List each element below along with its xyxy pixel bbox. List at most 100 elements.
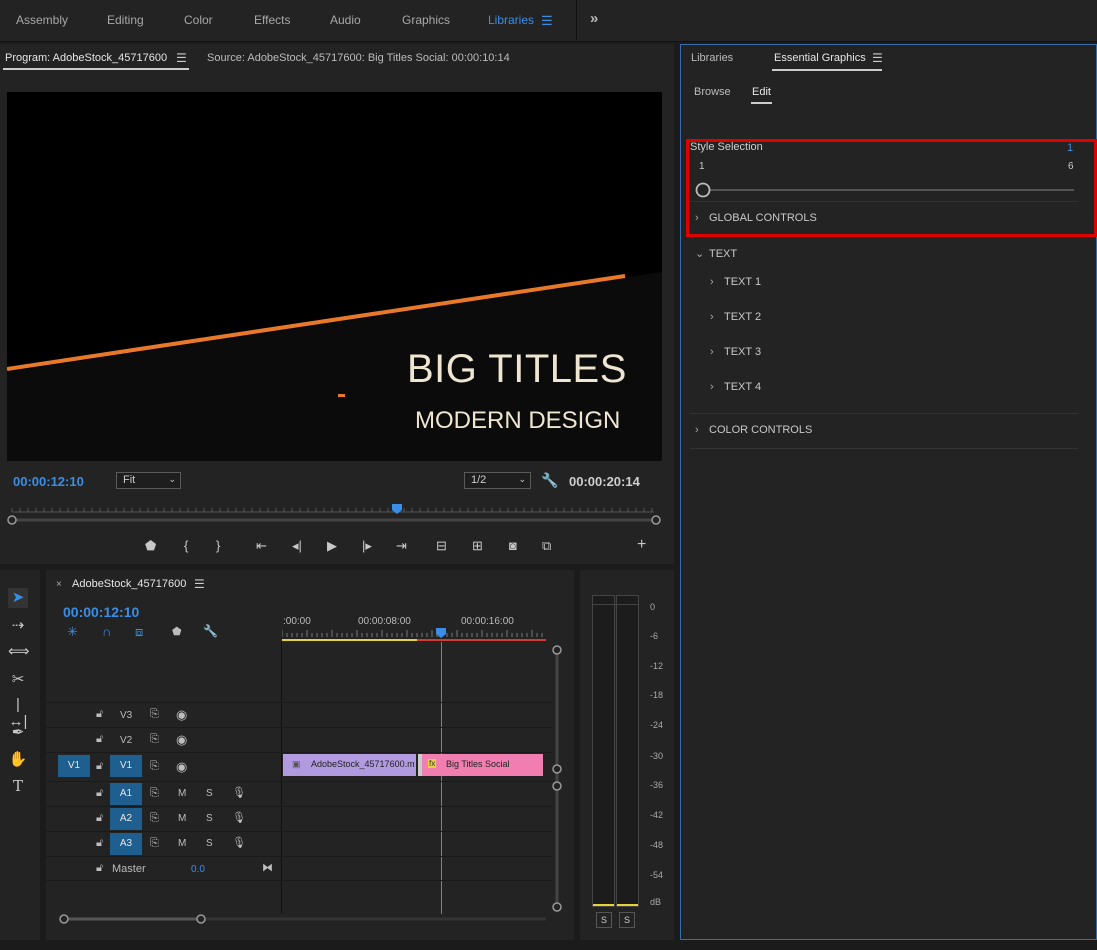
panel-menu-icon[interactable]: ☰	[872, 51, 883, 65]
solo-button[interactable]: S	[206, 813, 213, 824]
go-to-in-icon[interactable]: ⇤	[256, 538, 267, 554]
tab-libraries[interactable]: Libraries	[691, 52, 733, 64]
workspace-overflow-icon[interactable]: »	[590, 10, 598, 27]
sequence-menu-icon[interactable]: ☰	[194, 577, 205, 591]
lock-icon[interactable]: 🔓︎	[96, 862, 103, 875]
selection-tool-icon[interactable]: ➤	[8, 588, 28, 608]
lock-icon[interactable]: 🔓︎	[96, 760, 103, 773]
step-back-icon[interactable]: ◂|	[292, 538, 302, 554]
source-patch-v1[interactable]: V1	[58, 755, 90, 777]
sync-lock-icon[interactable]: ⎘	[150, 787, 159, 800]
close-icon[interactable]: ×	[56, 579, 62, 590]
text-1-item[interactable]: › TEXT 1	[710, 276, 761, 288]
sync-lock-icon[interactable]: ⎘	[150, 733, 159, 746]
horizontal-scrollbar[interactable]	[56, 912, 556, 926]
subtab-edit[interactable]: Edit	[752, 86, 771, 98]
vertical-scrollbar[interactable]	[550, 642, 564, 914]
solo-left-button[interactable]: S	[596, 912, 612, 928]
solo-button[interactable]: S	[206, 788, 213, 799]
play-icon[interactable]: ▶	[327, 538, 337, 554]
lock-icon[interactable]: 🔓︎	[96, 837, 103, 850]
hand-tool-icon[interactable]: ✋	[8, 750, 28, 770]
solo-button[interactable]: S	[206, 838, 213, 849]
microphone-icon[interactable]: 🎙︎	[232, 811, 246, 824]
program-timecode[interactable]: 00:00:12:10	[13, 474, 84, 489]
program-tab[interactable]: Program: AdobeStock_45717600	[5, 52, 167, 64]
program-menu-icon[interactable]: ☰	[176, 51, 187, 65]
track-target-a1[interactable]: A1	[110, 783, 142, 805]
extract-icon[interactable]: ⊞	[472, 538, 483, 554]
pen-tool-icon[interactable]: ✒	[8, 723, 28, 743]
mute-button[interactable]: M	[178, 838, 186, 849]
eye-icon[interactable]: ◉	[176, 732, 187, 748]
slip-tool-icon[interactable]: |↔|	[8, 696, 28, 730]
resolution-dropdown[interactable]: 1/2 ⌄	[464, 472, 531, 489]
sync-lock-icon[interactable]: ⎘	[150, 837, 159, 850]
add-marker-icon[interactable]: ⬟	[172, 625, 182, 638]
program-scrubber[interactable]	[6, 502, 666, 528]
nest-icon[interactable]: ✳	[67, 624, 78, 640]
timeline-timecode[interactable]: 00:00:12:10	[63, 604, 139, 620]
workspace-audio[interactable]: Audio	[330, 13, 361, 27]
type-tool-icon[interactable]: T	[8, 777, 28, 797]
lock-icon[interactable]: 🔓︎	[96, 812, 103, 825]
workspace-assembly[interactable]: Assembly	[16, 13, 68, 27]
mark-out-icon[interactable]: }	[216, 538, 220, 553]
microphone-icon[interactable]: 🎙︎	[232, 786, 246, 799]
workspace-menu-icon[interactable]: ☰	[541, 13, 553, 29]
snap-icon[interactable]: ∩	[102, 624, 111, 639]
track-target-a2[interactable]: A2	[110, 808, 142, 830]
workspace-color[interactable]: Color	[184, 13, 213, 27]
program-screen[interactable]: BIG TITLES MODERN DESIGN	[7, 92, 662, 461]
lock-icon[interactable]: 🔓︎	[96, 733, 103, 746]
tab-essential-graphics[interactable]: Essential Graphics	[774, 52, 866, 64]
video-clip[interactable]: AdobeStock_45717600.m	[283, 754, 416, 776]
mute-button[interactable]: M	[178, 813, 186, 824]
style-selection-slider[interactable]	[693, 181, 1079, 199]
timeline-ruler[interactable]	[282, 626, 548, 642]
color-controls-section[interactable]: › COLOR CONTROLS	[695, 424, 812, 436]
text-4-item[interactable]: › TEXT 4	[710, 381, 761, 393]
step-forward-icon[interactable]: |▸	[362, 538, 372, 554]
go-to-out-icon[interactable]: ⇥	[396, 538, 407, 554]
microphone-icon[interactable]: 🎙︎	[232, 836, 246, 849]
lock-icon[interactable]: 🔓︎	[96, 787, 103, 800]
sync-lock-icon[interactable]: ⎘	[150, 760, 159, 773]
subtab-browse[interactable]: Browse	[694, 86, 731, 98]
text-3-item[interactable]: › TEXT 3	[710, 346, 761, 358]
eye-icon[interactable]: ◉	[176, 707, 187, 723]
razor-tool-icon[interactable]: ✂	[8, 670, 28, 690]
sequence-tab[interactable]: AdobeStock_45717600	[72, 578, 186, 590]
workspace-graphics[interactable]: Graphics	[402, 13, 450, 27]
add-marker-icon[interactable]: ⬟	[145, 538, 156, 554]
comparison-view-icon[interactable]: ⧉	[542, 538, 551, 554]
text-section[interactable]: ⌄ TEXT	[695, 247, 737, 260]
track-target-a3[interactable]: A3	[110, 833, 142, 855]
wrench-icon[interactable]: 🔧	[541, 472, 558, 489]
lift-icon[interactable]: ⊟	[436, 538, 447, 554]
sync-lock-icon[interactable]: ⎘	[150, 708, 159, 721]
ripple-edit-tool-icon[interactable]: ⟺	[8, 642, 30, 662]
track-target-v1[interactable]: V1	[110, 755, 142, 777]
solo-right-button[interactable]: S	[619, 912, 635, 928]
master-volume-value[interactable]: 0.0	[191, 864, 205, 875]
workspace-effects[interactable]: Effects	[254, 13, 290, 27]
sync-lock-icon[interactable]: ⎘	[150, 812, 159, 825]
zoom-dropdown[interactable]: Fit ⌄	[116, 472, 181, 489]
eye-icon[interactable]: ◉	[176, 759, 187, 775]
timeline-settings-icon[interactable]: 🔧	[203, 624, 218, 638]
export-frame-icon[interactable]: ◙	[509, 538, 517, 553]
track-select-tool-icon[interactable]: ⇢	[8, 616, 28, 636]
linked-selection-icon[interactable]: ⧈	[135, 624, 143, 640]
graphic-clip[interactable]: Big Titles Social	[418, 754, 543, 776]
button-editor-plus-icon[interactable]: +	[637, 536, 646, 554]
lock-icon[interactable]: 🔓︎	[96, 708, 103, 721]
workspace-editing[interactable]: Editing	[107, 13, 144, 27]
source-tab[interactable]: Source: AdobeStock_45717600: Big Titles …	[207, 52, 510, 64]
text-2-item[interactable]: › TEXT 2	[710, 311, 761, 323]
mark-in-icon[interactable]: {	[184, 538, 188, 553]
go-to-end-icon[interactable]: ⧓	[262, 861, 273, 874]
mute-button[interactable]: M	[178, 788, 186, 799]
style-selection-value[interactable]: 1	[1067, 142, 1073, 154]
workspace-libraries[interactable]: Libraries	[488, 13, 534, 27]
